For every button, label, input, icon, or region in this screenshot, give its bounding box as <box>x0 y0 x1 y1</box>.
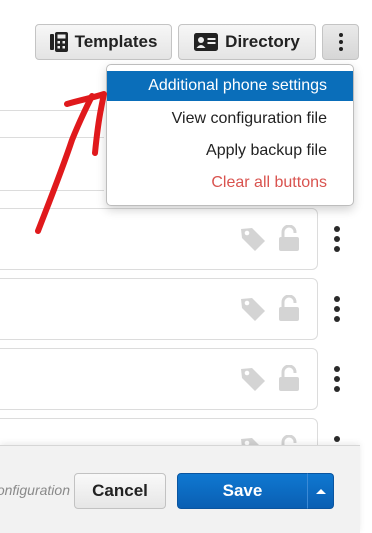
unlock-icon[interactable] <box>278 364 300 397</box>
row-menu-button[interactable] <box>334 226 340 252</box>
caret-up-icon <box>315 488 326 494</box>
cancel-button[interactable]: Cancel <box>74 473 166 509</box>
menu-item-view-configuration-file[interactable]: View configuration file <box>107 103 353 135</box>
kebab-menu-icon <box>338 33 343 51</box>
row-menu-button[interactable] <box>334 366 340 392</box>
background-divider <box>0 110 104 111</box>
kebab-menu-icon <box>334 226 340 252</box>
menu-item-additional-phone-settings[interactable]: Additional phone settings <box>107 71 353 101</box>
calculator-icon <box>49 32 68 52</box>
directory-label: Directory <box>225 32 300 51</box>
background-divider <box>0 190 104 191</box>
contact-card-icon <box>194 33 219 51</box>
footer-hint-text: configuration <box>0 482 70 498</box>
save-options-button[interactable] <box>307 473 334 509</box>
tag-icon[interactable] <box>240 297 267 326</box>
more-options-dropdown: Additional phone settings View configura… <box>106 64 354 206</box>
templates-button[interactable]: Templates <box>35 24 172 60</box>
menu-item-apply-backup-file[interactable]: Apply backup file <box>107 135 353 167</box>
templates-label: Templates <box>74 32 158 51</box>
tag-icon[interactable] <box>240 367 267 396</box>
list-item[interactable] <box>0 208 318 270</box>
menu-item-clear-all-buttons[interactable]: Clear all buttons <box>107 167 353 199</box>
more-options-button[interactable] <box>322 24 359 60</box>
save-button[interactable]: Save <box>177 473 308 509</box>
kebab-menu-icon <box>334 296 340 322</box>
directory-button[interactable]: Directory <box>178 24 316 60</box>
background-divider <box>0 137 104 138</box>
unlock-icon[interactable] <box>278 224 300 257</box>
list-item[interactable] <box>0 348 318 410</box>
footer-bar: configuration Cancel Save <box>0 445 360 533</box>
phone-config-screen: Templates Directory Additional phone set… <box>0 0 372 533</box>
row-menu-button[interactable] <box>334 296 340 322</box>
tag-icon[interactable] <box>240 227 267 256</box>
unlock-icon[interactable] <box>278 294 300 327</box>
kebab-menu-icon <box>334 366 340 392</box>
list-item[interactable] <box>0 278 318 340</box>
